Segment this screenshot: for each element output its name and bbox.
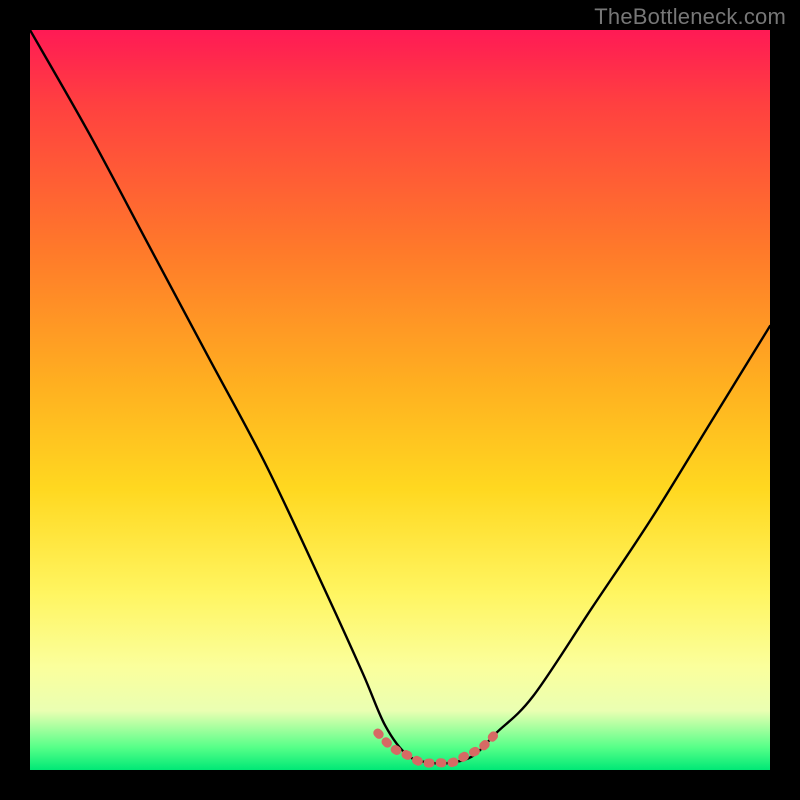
curve-overlay [30, 30, 770, 770]
chart-frame: TheBottleneck.com [0, 0, 800, 800]
bottleneck-curve [30, 30, 770, 764]
watermark-text: TheBottleneck.com [594, 4, 786, 30]
plot-area [30, 30, 770, 770]
valley-highlight [378, 733, 496, 763]
